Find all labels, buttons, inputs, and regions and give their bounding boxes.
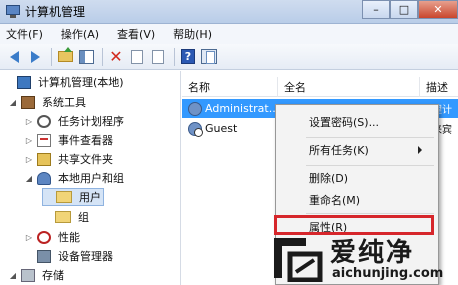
forward-arrow-icon [30, 50, 40, 63]
menu-item-delete[interactable]: 删除(D) [276, 167, 438, 189]
properties-button[interactable] [128, 48, 146, 66]
close-button[interactable]: ✕ [418, 0, 458, 19]
column-label: 描述 [426, 81, 448, 94]
tree-item-label: 性能 [58, 231, 80, 244]
menu-separator [306, 213, 434, 214]
show-hide-tree-button[interactable] [77, 48, 95, 66]
tree-item-local-users-groups[interactable]: ◢ 本地用户和组 [24, 169, 126, 187]
maximize-button[interactable]: □ [390, 0, 418, 19]
export-list-button[interactable] [149, 48, 167, 66]
tree-expander[interactable]: ◢ [8, 98, 18, 107]
user-name: Administrat... [205, 102, 280, 115]
back-button[interactable] [5, 48, 23, 66]
console-tree-icon [78, 49, 94, 64]
up-folder-button[interactable] [56, 47, 74, 66]
minimize-button[interactable]: – [362, 0, 390, 19]
window-title: 计算机管理 [25, 5, 86, 19]
column-header-description[interactable]: 描述 [420, 77, 458, 97]
menu-item-all-tasks[interactable]: 所有任务(K) [276, 139, 438, 161]
title-bar: 计算机管理 – □ ✕ [0, 0, 458, 24]
tree-item-label: 任务计划程序 [58, 115, 124, 128]
tree-item-performance[interactable]: ▷ 性能 [24, 228, 82, 246]
column-header-fullname[interactable]: 全名 [278, 77, 420, 97]
tree-item-event-viewer[interactable]: ▷ 事件查看器 [24, 131, 115, 149]
tree-expander[interactable]: ▷ [24, 155, 34, 164]
tree-expander[interactable]: ▷ [24, 136, 34, 145]
performance-icon [37, 230, 51, 244]
tree-item-computer-management[interactable]: 计算机管理(本地) [4, 73, 126, 91]
computer-icon [17, 75, 31, 89]
computer-management-icon [5, 4, 21, 19]
tree-expander[interactable]: ◢ [8, 271, 18, 280]
toolbar-separator [51, 47, 52, 66]
tree-item-label: 本地用户和组 [58, 172, 124, 185]
toolbar: ✕ ? [0, 44, 458, 70]
list-header: 名称 全名 描述 [182, 77, 458, 97]
export-list-icon [152, 49, 164, 64]
tree-expander[interactable]: ▷ [24, 233, 34, 242]
help-icon: ? [181, 49, 195, 64]
toolbar-separator [174, 47, 175, 66]
tree-item-task-scheduler[interactable]: ▷ 任务计划程序 [24, 112, 126, 130]
menu-item-set-password[interactable]: 设置密码(S)... [276, 111, 438, 133]
watermark-url: aichunjing.com [332, 266, 444, 281]
menu-item-rename[interactable]: 重命名(M) [276, 189, 438, 211]
watermark-title: 爱纯净 [330, 238, 415, 268]
tree-item-label: 计算机管理(本地) [38, 76, 124, 89]
tree-item-label: 共享文件夹 [58, 153, 113, 166]
tree-item-label: 组 [78, 211, 89, 224]
tree-expander[interactable]: ▷ [24, 117, 34, 126]
up-folder-icon [57, 47, 73, 62]
tree-item-label: 用户 [79, 191, 101, 204]
action-pane-icon [201, 49, 217, 64]
tree-item-label: 事件查看器 [58, 134, 113, 147]
clock-icon [37, 114, 51, 128]
back-arrow-icon [9, 50, 19, 63]
forward-button[interactable] [26, 48, 44, 66]
toolbar-separator [102, 47, 103, 66]
action-pane-button[interactable] [200, 48, 218, 66]
window-controls: – □ ✕ [362, 0, 458, 20]
tree-item-shared-folders[interactable]: ▷ 共享文件夹 [24, 150, 115, 168]
delete-icon: ✕ [109, 46, 123, 66]
properties-icon [131, 49, 143, 64]
tree-item-system-tools[interactable]: ◢ 系统工具 [8, 93, 88, 111]
help-button[interactable]: ? [179, 48, 197, 66]
shared-folder-icon [37, 152, 51, 166]
console-tree: 计算机管理(本地) ◢ 系统工具 ▷ 任务计划程序 ▷ 事件查看器 ▷ 共享文件… [0, 71, 181, 285]
tree-item-users[interactable]: 用户 [42, 188, 104, 206]
user-icon [188, 101, 202, 116]
device-manager-icon [37, 249, 51, 263]
watermark-logo-icon [274, 238, 323, 282]
menu-separator [306, 165, 434, 166]
menu-file[interactable]: 文件(F) [6, 26, 43, 42]
delete-button[interactable]: ✕ [107, 48, 125, 66]
column-header-name[interactable]: 名称 [182, 77, 278, 97]
tree-item-label: 设备管理器 [58, 250, 113, 263]
menu-help[interactable]: 帮助(H) [173, 26, 212, 42]
user-name: Guest [205, 122, 238, 135]
guest-user-icon [188, 121, 203, 137]
menu-item-label: 所有任务(K) [309, 144, 369, 157]
menu-separator [306, 137, 434, 138]
event-viewer-icon [37, 133, 51, 147]
tree-item-label: 存储 [42, 269, 64, 282]
folder-icon [55, 211, 71, 223]
menu-action[interactable]: 操作(A) [61, 26, 99, 42]
tree-item-storage[interactable]: ◢ 存储 [8, 266, 66, 284]
tools-icon [21, 95, 35, 109]
folder-icon [56, 191, 72, 203]
users-icon [37, 171, 51, 185]
storage-icon [21, 268, 35, 282]
menu-bar: 文件(F) 操作(A) 查看(V) 帮助(H) [0, 24, 458, 44]
tree-item-label: 系统工具 [42, 96, 86, 109]
submenu-arrow-icon [418, 146, 422, 154]
menu-view[interactable]: 查看(V) [117, 26, 155, 42]
column-label: 名称 [188, 81, 210, 94]
tree-item-device-manager[interactable]: 设备管理器 [24, 247, 115, 265]
watermark: 爱纯净 aichunjing.com [270, 230, 458, 285]
column-label: 全名 [284, 81, 306, 94]
tree-item-groups[interactable]: 组 [42, 208, 91, 226]
tree-expander[interactable]: ◢ [24, 174, 34, 183]
